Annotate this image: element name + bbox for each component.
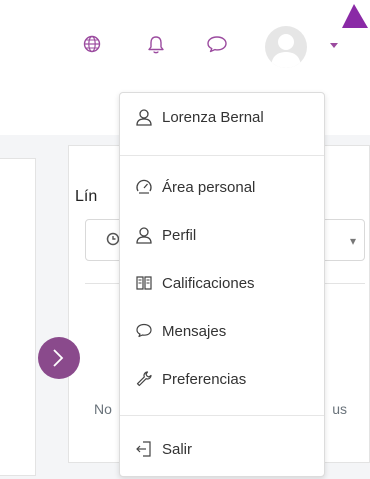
menu-divider <box>120 415 324 416</box>
chat-bubble-icon[interactable] <box>206 35 228 53</box>
dashboard-gauge-icon <box>136 179 152 194</box>
menu-label: Salir <box>162 441 193 458</box>
user-menu-dropdown: Lorenza Bernal Área personal Perfil Cali… <box>119 92 325 477</box>
menu-label: Perfil <box>162 227 197 244</box>
card-title: Lín <box>75 188 98 205</box>
drawer-toggle-button[interactable] <box>38 337 80 379</box>
clock-icon <box>106 232 120 246</box>
book-icon <box>136 276 152 290</box>
empty-text-left: No <box>94 401 112 417</box>
chat-bubble-icon <box>136 323 152 338</box>
chevron-down-icon[interactable] <box>330 43 338 48</box>
menu-label: Mensajes <box>162 323 227 340</box>
pointer-arrow-icon <box>342 4 368 28</box>
left-card <box>0 158 36 476</box>
user-menu-item-preferences[interactable]: Preferencias <box>120 361 324 397</box>
menu-label: Área personal <box>162 179 256 196</box>
globe-icon[interactable] <box>83 35 101 53</box>
sign-out-icon <box>136 441 151 457</box>
user-icon <box>136 227 152 244</box>
menu-label: Calificaciones <box>162 275 255 292</box>
user-avatar-icon <box>271 34 301 68</box>
empty-text-right: us <box>332 401 347 417</box>
bell-icon[interactable] <box>147 35 165 55</box>
menu-label: Preferencias <box>162 371 247 388</box>
user-menu-item-grades[interactable]: Calificaciones <box>120 265 324 301</box>
user-menu-item-username[interactable]: Lorenza Bernal <box>120 99 324 135</box>
user-avatar[interactable] <box>265 26 307 68</box>
user-menu-item-dashboard[interactable]: Área personal <box>120 169 324 205</box>
chevron-right-icon <box>53 349 64 367</box>
user-name: Lorenza Bernal <box>162 109 264 126</box>
chevron-down-icon: ▾ <box>349 234 356 248</box>
wrench-icon <box>136 371 152 387</box>
user-menu-item-profile[interactable]: Perfil <box>120 217 324 253</box>
user-icon <box>136 109 152 126</box>
user-menu-item-messages[interactable]: Mensajes <box>120 313 324 349</box>
user-menu-item-logout[interactable]: Salir <box>120 431 324 467</box>
